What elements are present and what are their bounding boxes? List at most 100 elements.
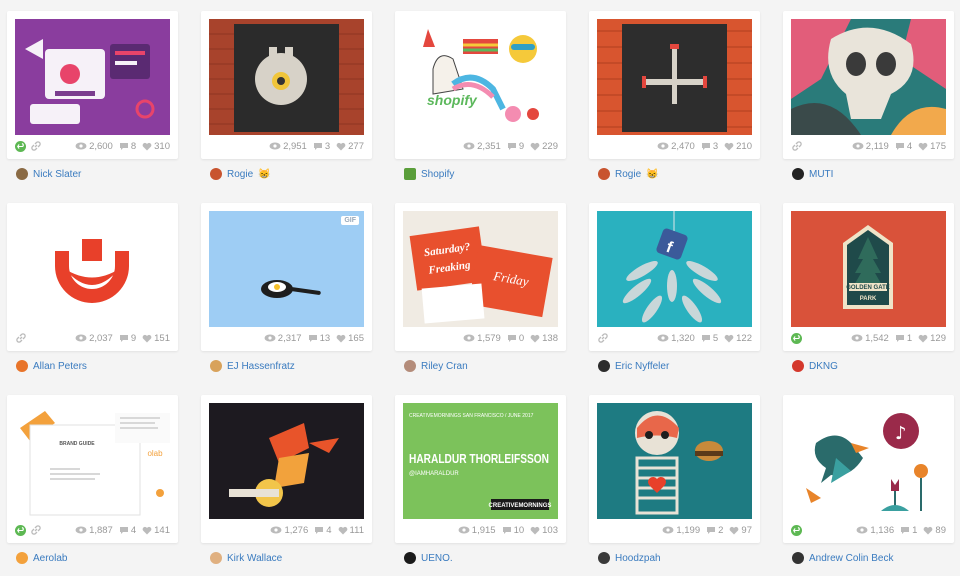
shot-card[interactable]: CREATIVEMORNINGS SAN FRANCISCO / JUNE 20… <box>395 395 566 543</box>
shot-author[interactable]: EJ Hassenfratz <box>210 359 295 373</box>
shot-thumbnail[interactable] <box>15 19 170 135</box>
likes-count[interactable]: 129 <box>918 333 946 344</box>
avatar[interactable] <box>210 168 222 180</box>
shot-author[interactable]: Rogie 😸 <box>598 167 659 181</box>
avatar[interactable] <box>598 552 610 564</box>
shot-thumbnail[interactable]: GIF <box>209 211 364 327</box>
shot-thumbnail[interactable]: f <box>597 211 752 327</box>
shot-author[interactable]: UENO. <box>404 551 453 565</box>
shot-author[interactable]: Kirk Wallace <box>210 551 282 565</box>
shot-card[interactable]: 2,600 8 310 <box>7 11 178 159</box>
rebound-icon[interactable] <box>15 524 26 536</box>
likes-count[interactable]: 138 <box>530 333 558 344</box>
attachment-link-icon[interactable] <box>597 332 609 344</box>
avatar[interactable] <box>598 168 610 180</box>
avatar[interactable] <box>210 360 222 372</box>
shot-author[interactable]: DKNG <box>792 359 838 373</box>
avatar[interactable] <box>404 552 416 564</box>
avatar[interactable] <box>792 552 804 564</box>
author-name[interactable]: Riley Cran <box>421 361 468 372</box>
author-name[interactable]: Shopify <box>421 169 454 180</box>
shot-thumbnail[interactable] <box>209 403 364 519</box>
shot-thumbnail[interactable]: ♪ <box>791 403 946 519</box>
likes-count[interactable]: 151 <box>142 333 170 344</box>
avatar[interactable] <box>792 360 804 372</box>
shot-thumbnail[interactable] <box>209 19 364 135</box>
shot-card[interactable]: 2,119 4 175 <box>783 11 954 159</box>
shot-author[interactable]: Allan Peters <box>16 359 87 373</box>
author-name[interactable]: Eric Nyffeler <box>615 361 669 372</box>
shot-thumbnail[interactable]: CREATIVEMORNINGS SAN FRANCISCO / JUNE 20… <box>403 403 558 519</box>
attachment-link-icon[interactable] <box>15 332 27 344</box>
shot-card[interactable]: GIF 2,317 13 165 <box>201 203 372 351</box>
likes-count[interactable]: 103 <box>530 525 558 536</box>
shot-thumbnail[interactable]: shopify <box>403 19 558 135</box>
shot-author[interactable]: Riley Cran <box>404 359 468 373</box>
shot-author[interactable]: Shopify <box>404 167 454 181</box>
author-name[interactable]: Aerolab <box>33 553 67 564</box>
likes-count[interactable]: 165 <box>336 333 364 344</box>
rebound-icon[interactable] <box>15 140 26 152</box>
shot-card[interactable]: 2,037 9 151 <box>7 203 178 351</box>
avatar[interactable] <box>404 168 416 180</box>
shot-card[interactable]: Saturday? Freaking Friday 1,579 0 138 <box>395 203 566 351</box>
author-name[interactable]: Kirk Wallace <box>227 553 282 564</box>
attachment-link-icon[interactable] <box>791 140 803 152</box>
shot-author[interactable]: Eric Nyffeler <box>598 359 669 373</box>
likes-count[interactable]: 97 <box>729 525 752 536</box>
shot-author[interactable]: Nick Slater <box>16 167 81 181</box>
shot-thumbnail[interactable]: GOLDEN GATE PARK <box>791 211 946 327</box>
author-name[interactable]: Hoodzpah <box>615 553 661 564</box>
attachment-link-icon[interactable] <box>30 140 42 152</box>
shot-author[interactable]: MUTI <box>792 167 833 181</box>
author-name[interactable]: DKNG <box>809 361 838 372</box>
shot-card[interactable]: shopify 2,351 9 229 <box>395 11 566 159</box>
likes-count[interactable]: 89 <box>923 525 946 536</box>
shot-card[interactable]: ♪ 1,136 1 89 <box>783 395 954 543</box>
avatar[interactable] <box>210 552 222 564</box>
shot-author[interactable]: Andrew Colin Beck <box>792 551 893 565</box>
views-count: 1,887 <box>75 525 113 536</box>
rebound-icon[interactable] <box>791 332 802 344</box>
shot-card[interactable]: 2,951 3 277 <box>201 11 372 159</box>
likes-count[interactable]: 141 <box>142 525 170 536</box>
shot-card[interactable]: 2,470 3 210 <box>589 11 760 159</box>
avatar[interactable] <box>16 168 28 180</box>
likes-count[interactable]: 310 <box>142 141 170 152</box>
shot-card[interactable]: f 1,320 5 122 <box>589 203 760 351</box>
avatar[interactable] <box>16 360 28 372</box>
shot-card[interactable]: BRAND GUIDE olab 1,887 4 141 <box>7 395 178 543</box>
shot-author[interactable]: Aerolab <box>16 551 67 565</box>
likes-count[interactable]: 210 <box>724 141 752 152</box>
shot-thumbnail[interactable] <box>597 403 752 519</box>
shot-thumbnail[interactable] <box>597 19 752 135</box>
shot-thumbnail[interactable] <box>15 211 170 327</box>
author-name[interactable]: Nick Slater <box>33 169 81 180</box>
author-name[interactable]: Allan Peters <box>33 361 87 372</box>
shot-author[interactable]: Rogie 😸 <box>210 167 271 181</box>
attachment-link-icon[interactable] <box>30 524 42 536</box>
author-name[interactable]: MUTI <box>809 169 833 180</box>
likes-count[interactable]: 277 <box>336 141 364 152</box>
avatar[interactable] <box>598 360 610 372</box>
likes-count[interactable]: 175 <box>918 141 946 152</box>
shot-author[interactable]: Hoodzpah <box>598 551 661 565</box>
likes-count[interactable]: 111 <box>338 525 364 536</box>
avatar[interactable] <box>16 552 28 564</box>
avatar[interactable] <box>792 168 804 180</box>
author-name[interactable]: UENO. <box>421 553 453 564</box>
shot-thumbnail[interactable] <box>791 19 946 135</box>
rebound-icon[interactable] <box>791 524 802 536</box>
shot-card[interactable]: 1,276 4 111 <box>201 395 372 543</box>
author-name[interactable]: Rogie <box>227 169 253 180</box>
author-name[interactable]: Andrew Colin Beck <box>809 553 893 564</box>
author-name[interactable]: Rogie <box>615 169 641 180</box>
shot-card[interactable]: GOLDEN GATE PARK 1,542 1 129 <box>783 203 954 351</box>
shot-card[interactable]: 1,199 2 97 <box>589 395 760 543</box>
likes-count[interactable]: 229 <box>530 141 558 152</box>
author-name[interactable]: EJ Hassenfratz <box>227 361 295 372</box>
likes-count[interactable]: 122 <box>724 333 752 344</box>
shot-thumbnail[interactable]: BRAND GUIDE olab <box>15 403 170 519</box>
avatar[interactable] <box>404 360 416 372</box>
shot-thumbnail[interactable]: Saturday? Freaking Friday <box>403 211 558 327</box>
